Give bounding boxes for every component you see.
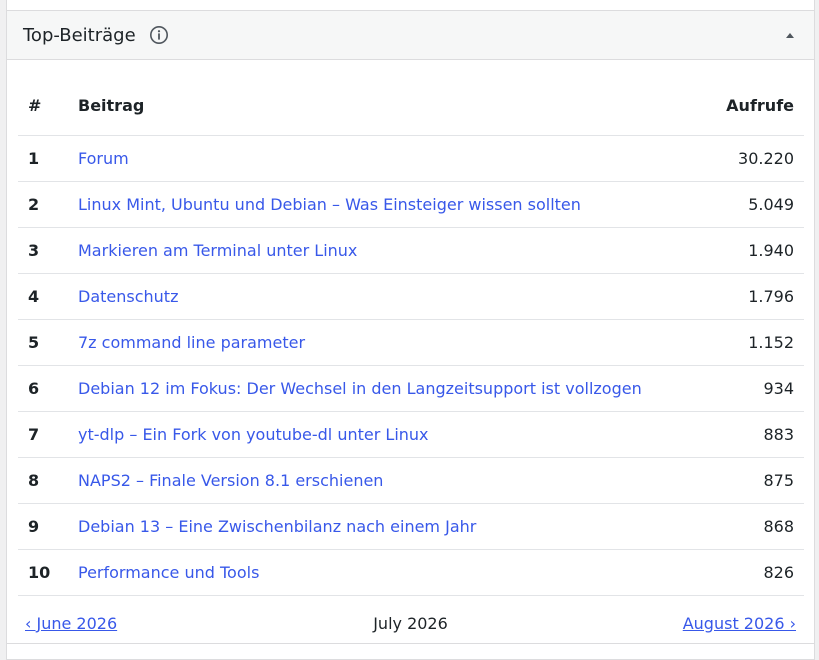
table-row: 2 Linux Mint, Ubuntu und Debian – Was Ein… [18, 181, 804, 228]
row-rank: 2 [18, 181, 68, 228]
post-link[interactable]: Debian 13 – Eine Zwischenbilanz nach ein… [78, 517, 476, 536]
post-link[interactable]: Performance und Tools [78, 563, 259, 582]
row-rank: 4 [18, 273, 68, 320]
info-icon[interactable] [149, 25, 169, 45]
table-row: 7 yt-dlp – Ein Fork von youtube-dl unter … [18, 411, 804, 458]
row-rank: 10 [18, 549, 68, 596]
widget-content: # Beitrag Aufrufe 1 Forum 30.220 2 Linux Min… [7, 60, 814, 596]
top-posts-widget: Top-Beiträge # Beitrag Aufrufe 1 Forum 3… [6, 10, 815, 660]
table-row: 5 7z command line parameter 1.152 [18, 319, 804, 366]
row-post: yt-dlp – Ein Fork von youtube-dl unter L… [68, 411, 708, 458]
row-post: Linux Mint, Ubuntu und Debian – Was Eins… [68, 181, 708, 228]
row-post: Debian 13 – Eine Zwischenbilanz nach ein… [68, 503, 708, 550]
collapse-toggle-icon[interactable] [782, 27, 798, 43]
table-row: 3 Markieren am Terminal unter Linux 1.940 [18, 227, 804, 274]
widget-title: Top-Beiträge [23, 24, 136, 46]
header-rank: # [18, 76, 68, 136]
row-post: Forum [68, 135, 708, 182]
table-header-row: # Beitrag Aufrufe [18, 76, 804, 136]
prev-month-link[interactable]: ‹ June 2026 [25, 614, 117, 633]
table-body: 1 Forum 30.220 2 Linux Mint, Ubuntu und Debi… [18, 135, 804, 596]
table-row: 1 Forum 30.220 [18, 135, 804, 182]
row-rank: 3 [18, 227, 68, 274]
row-post: Markieren am Terminal unter Linux [68, 227, 708, 274]
row-post: 7z command line parameter [68, 319, 708, 366]
header-views: Aufrufe [707, 76, 804, 136]
widget-header: Top-Beiträge [7, 11, 814, 60]
table-row: 10 Performance und Tools 826 [18, 549, 804, 596]
row-views: 883 [707, 411, 804, 458]
month-pager: ‹ June 2026 July 2026 August 2026 › [7, 605, 814, 641]
row-post: NAPS2 – Finale Version 8.1 erschienen [68, 457, 708, 504]
table-row: 6 Debian 12 im Fokus: Der Wechsel in den … [18, 365, 804, 412]
post-link[interactable]: yt-dlp – Ein Fork von youtube-dl unter L… [78, 425, 429, 444]
next-month-link[interactable]: August 2026 › [683, 614, 796, 633]
table-row: 8 NAPS2 – Finale Version 8.1 erschienen 87… [18, 457, 804, 504]
row-rank: 7 [18, 411, 68, 458]
post-link[interactable]: Forum [78, 149, 129, 168]
post-link[interactable]: 7z command line parameter [78, 333, 305, 352]
top-posts-table: # Beitrag Aufrufe 1 Forum 30.220 2 Linux Min… [18, 76, 804, 596]
row-rank: 6 [18, 365, 68, 412]
row-views: 875 [707, 457, 804, 504]
row-views: 5.049 [707, 181, 804, 228]
divider [7, 643, 814, 644]
header-post: Beitrag [68, 76, 708, 136]
row-views: 30.220 [707, 135, 804, 182]
row-rank: 1 [18, 135, 68, 182]
row-post: Performance und Tools [68, 549, 708, 596]
row-rank: 8 [18, 457, 68, 504]
row-rank: 9 [18, 503, 68, 550]
row-views: 934 [707, 365, 804, 412]
row-views: 1.796 [707, 273, 804, 320]
row-rank: 5 [18, 319, 68, 366]
row-post: Datenschutz [68, 273, 708, 320]
table-row: 9 Debian 13 – Eine Zwischenbilanz nach ei… [18, 503, 804, 550]
row-views: 1.152 [707, 319, 804, 366]
table-row: 4 Datenschutz 1.796 [18, 273, 804, 320]
row-views: 1.940 [707, 227, 804, 274]
post-link[interactable]: Linux Mint, Ubuntu und Debian – Was Eins… [78, 195, 581, 214]
row-post: Debian 12 im Fokus: Der Wechsel in den L… [68, 365, 708, 412]
panel-top-strip [6, 0, 815, 10]
post-link[interactable]: Markieren am Terminal unter Linux [78, 241, 357, 260]
post-link[interactable]: NAPS2 – Finale Version 8.1 erschienen [78, 471, 383, 490]
post-link[interactable]: Datenschutz [78, 287, 178, 306]
post-link[interactable]: Debian 12 im Fokus: Der Wechsel in den L… [78, 379, 642, 398]
row-views: 868 [707, 503, 804, 550]
row-views: 826 [707, 549, 804, 596]
